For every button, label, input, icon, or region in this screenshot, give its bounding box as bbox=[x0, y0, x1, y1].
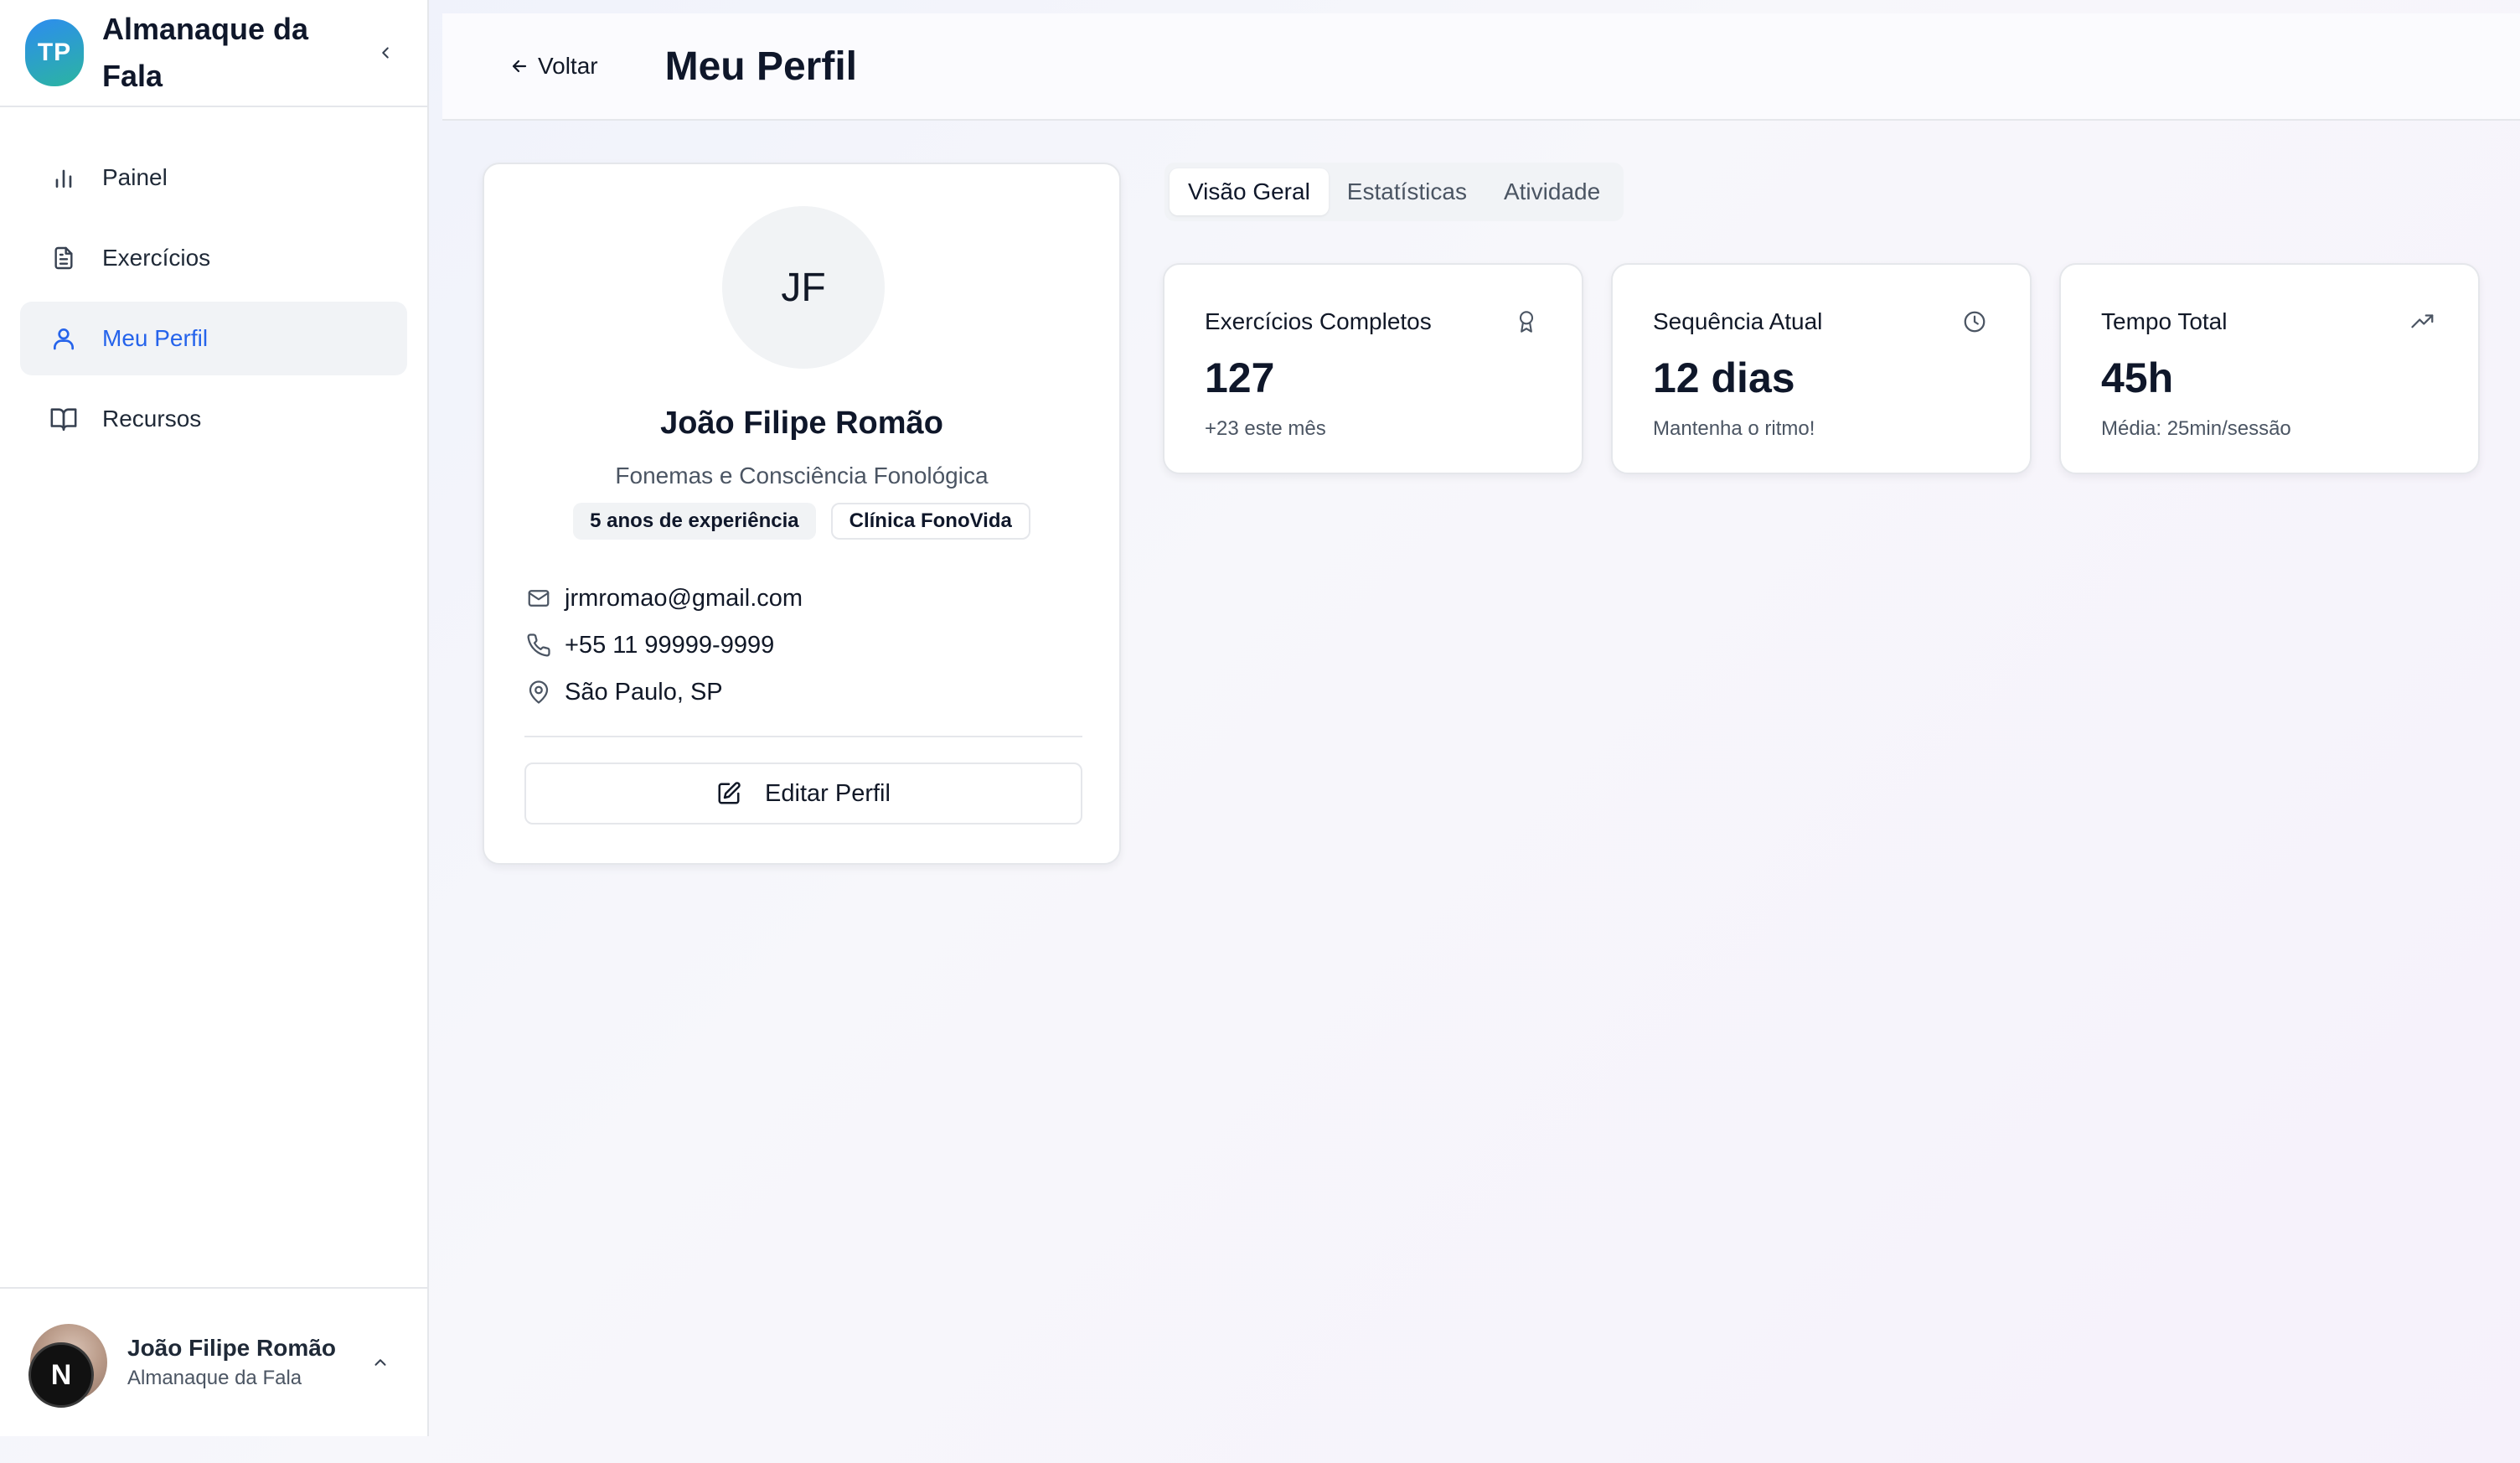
chevron-up-icon[interactable] bbox=[364, 1346, 397, 1379]
award-icon bbox=[1511, 307, 1541, 337]
app-title: Almanaque da Fala bbox=[102, 12, 309, 93]
clock-icon bbox=[1960, 307, 1990, 337]
stat-card-sequencia: Sequência Atual 12 dias Mantenha o ritmo… bbox=[1611, 263, 2032, 474]
back-label: Voltar bbox=[538, 53, 598, 79]
sidebar: TP Almanaque da Fala Painel Exercícios M… bbox=[0, 0, 429, 1436]
stat-card-exercicios: Exercícios Completos 127 +23 este mês bbox=[1163, 263, 1583, 474]
sidebar-item-label: Recursos bbox=[102, 406, 202, 432]
location-text: São Paulo, SP bbox=[565, 678, 723, 706]
arrow-left-icon bbox=[512, 59, 527, 73]
stat-title: Exercícios Completos bbox=[1205, 308, 1432, 334]
edit-profile-button[interactable]: Editar Perfil bbox=[524, 763, 1082, 825]
sidebar-item-meu-perfil[interactable]: Meu Perfil bbox=[20, 302, 407, 375]
user-menu[interactable]: N João Filipe Romão Almanaque da Fala bbox=[0, 1287, 427, 1436]
edit-icon bbox=[718, 782, 741, 804]
sidebar-nav: Painel Exercícios Meu Perfil Recursos bbox=[0, 107, 427, 456]
tab-visao-geral[interactable]: Visão Geral bbox=[1170, 168, 1329, 215]
sidebar-item-label: Meu Perfil bbox=[102, 325, 209, 351]
phone-icon bbox=[524, 631, 553, 659]
stat-title: Sequência Atual bbox=[1653, 308, 1823, 334]
divider bbox=[524, 736, 1082, 737]
profile-card: JF João Filipe Romão Fonemas e Consciênc… bbox=[483, 163, 1121, 865]
user-name: João Filipe Romão bbox=[127, 1335, 336, 1361]
profile-name: João Filipe Romão bbox=[660, 406, 943, 441]
user-org: Almanaque da Fala bbox=[127, 1367, 302, 1389]
contact-list: jrmromao@gmail.com +55 11 99999-9999 São… bbox=[524, 575, 1082, 716]
mail-icon bbox=[524, 584, 553, 613]
profile-tabs: Visão Geral Estatísticas Atividade bbox=[1164, 163, 1624, 221]
user-avatar-wrap: N bbox=[28, 1324, 107, 1408]
stat-title: Tempo Total bbox=[2101, 308, 2228, 334]
book-icon bbox=[47, 402, 80, 436]
page-title: Meu Perfil bbox=[664, 44, 857, 89]
n-badge-icon[interactable]: N bbox=[28, 1342, 94, 1408]
profile-badges: 5 anos de experiência Clínica FonoVida bbox=[484, 503, 1119, 540]
sidebar-item-exercicios[interactable]: Exercícios bbox=[20, 221, 407, 295]
collapse-sidebar-button[interactable] bbox=[369, 36, 402, 70]
map-pin-icon bbox=[524, 678, 553, 706]
back-button[interactable]: Voltar bbox=[509, 53, 598, 80]
phone-text: +55 11 99999-9999 bbox=[565, 631, 775, 659]
chevron-left-icon bbox=[382, 47, 389, 59]
app-logo: TP bbox=[25, 19, 84, 86]
stat-value: 12 dias bbox=[1653, 354, 1795, 401]
top-bar: Voltar Meu Perfil bbox=[442, 13, 2520, 121]
sidebar-item-label: Painel bbox=[102, 164, 168, 190]
tab-estatisticas[interactable]: Estatísticas bbox=[1329, 168, 1485, 215]
stat-value: 45h bbox=[2101, 354, 2174, 401]
stat-card-tempo: Tempo Total 45h Média: 25min/sessão bbox=[2059, 263, 2480, 474]
stat-subtitle: Mantenha o ritmo! bbox=[1653, 417, 1815, 440]
profile-specialty: Fonemas e Consciência Fonológica bbox=[615, 463, 989, 489]
experience-badge: 5 anos de experiência bbox=[573, 503, 816, 540]
stat-value: 127 bbox=[1205, 354, 1275, 401]
sidebar-item-label: Exercícios bbox=[102, 245, 211, 271]
sidebar-item-painel[interactable]: Painel bbox=[20, 141, 407, 215]
contact-location: São Paulo, SP bbox=[524, 669, 1082, 716]
email-text: jrmromao@gmail.com bbox=[565, 584, 803, 612]
edit-profile-label: Editar Perfil bbox=[765, 779, 891, 807]
contact-email: jrmromao@gmail.com bbox=[524, 575, 1082, 622]
contact-phone: +55 11 99999-9999 bbox=[524, 622, 1082, 669]
tab-atividade[interactable]: Atividade bbox=[1485, 168, 1619, 215]
profile-avatar-initials: JF bbox=[722, 206, 885, 369]
stat-subtitle: Média: 25min/sessão bbox=[2101, 417, 2291, 440]
stat-subtitle: +23 este mês bbox=[1205, 417, 1326, 440]
sidebar-header: TP Almanaque da Fala bbox=[0, 0, 427, 107]
user-icon bbox=[47, 322, 80, 355]
clinic-badge: Clínica FonoVida bbox=[830, 503, 1030, 540]
trending-up-icon bbox=[2408, 307, 2438, 337]
document-icon bbox=[47, 241, 80, 275]
sidebar-item-recursos[interactable]: Recursos bbox=[20, 382, 407, 456]
bar-chart-icon bbox=[47, 161, 80, 194]
user-info: João Filipe Romão Almanaque da Fala bbox=[127, 1335, 336, 1390]
